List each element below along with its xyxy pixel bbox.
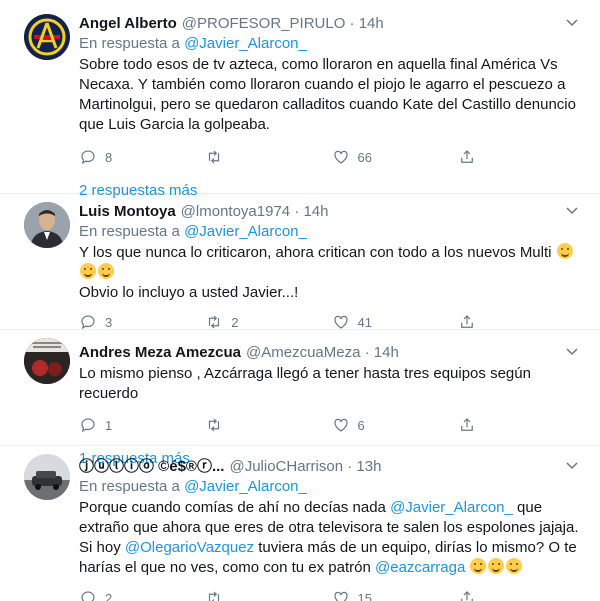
like-count: 66 — [357, 149, 372, 165]
reply-button[interactable]: 3 — [79, 313, 205, 331]
share-button[interactable] — [458, 589, 584, 601]
tweet[interactable]: Andres Meza Amezcua @AmezcuaMeza · 14h L… — [0, 330, 600, 467]
reply-icon — [81, 591, 95, 601]
heart-icon — [333, 315, 348, 329]
author-handle[interactable]: @AmezcuaMeza · 14h — [246, 343, 399, 362]
chevron-down-icon[interactable] — [566, 459, 578, 471]
reply-icon — [81, 150, 95, 165]
reply-button[interactable]: 2 — [79, 589, 205, 601]
reply-icon — [81, 315, 95, 330]
tweet[interactable]: Angel Alberto @PROFESOR_PIRULO · 14h En … — [0, 0, 600, 199]
retweet-button[interactable] — [205, 589, 331, 601]
share-icon — [460, 591, 473, 601]
reply-prefix: En respuesta a — [79, 223, 180, 240]
heart-icon — [333, 150, 348, 164]
reply-count: 8 — [105, 149, 113, 165]
retweet-button[interactable] — [205, 148, 331, 166]
reply-context: En respuesta a @Javier_Alarcon_ — [79, 222, 584, 241]
reply-button[interactable]: 1 — [79, 416, 205, 434]
share-button[interactable] — [458, 416, 584, 434]
reply-count: 3 — [105, 314, 113, 330]
chevron-down-icon[interactable] — [566, 16, 578, 28]
tweet-text-segment: Porque cuando comías de ahí no decías na… — [79, 499, 386, 516]
reply-mention-link[interactable]: @Javier_Alarcon_ — [184, 478, 307, 495]
heart-icon — [333, 418, 348, 432]
reply-count: 1 — [105, 417, 113, 433]
reply-prefix: En respuesta a — [79, 35, 180, 52]
like-button[interactable]: 6 — [332, 416, 458, 434]
retweet-icon — [209, 150, 220, 164]
reply-prefix: En respuesta a — [79, 478, 180, 495]
author-name[interactable]: Luis Montoya — [79, 202, 176, 221]
share-button[interactable] — [458, 313, 584, 331]
like-button[interactable]: 41 — [332, 313, 458, 331]
share-icon — [460, 418, 473, 431]
avatar[interactable] — [24, 338, 70, 384]
author-handle[interactable]: @PROFESOR_PIRULO · 14h — [182, 14, 384, 33]
like-count: 15 — [357, 590, 372, 601]
retweet-icon — [209, 418, 220, 432]
tweet-actions: 1 6 — [79, 415, 584, 435]
tweet[interactable]: Luis Montoya @lmontoya1974 · 14h En resp… — [0, 194, 600, 330]
heart-icon — [333, 591, 348, 601]
tweet[interactable]: ⓙⓤⓛⓘⓞ ©é$®ⓡ... @JulioCHarrison · 13h En … — [0, 446, 600, 601]
author-handle[interactable]: @lmontoya1974 · 14h — [181, 202, 329, 221]
chevron-down-icon[interactable] — [566, 345, 578, 357]
tweet-text: Y los que nunca lo criticaron, ahora cri… — [79, 243, 584, 303]
tweet-actions: 8 66 — [79, 147, 584, 167]
grinning-face-emoji — [556, 243, 573, 259]
like-button[interactable]: 66 — [332, 148, 458, 166]
author-handle[interactable]: @JulioCHarrison · 13h — [229, 457, 381, 476]
retweet-count: 2 — [231, 314, 239, 330]
reply-context: En respuesta a @Javier_Alarcon_ — [79, 34, 584, 53]
profile-photo-icon — [24, 454, 70, 500]
like-button[interactable]: 15 — [332, 589, 458, 601]
grinning-face-emoji — [98, 263, 114, 279]
thinking-face-emoji — [470, 558, 487, 574]
reply-count: 2 — [105, 590, 113, 601]
tweet-text: Porque cuando comías de ahí no decías na… — [79, 498, 584, 578]
reply-icon — [81, 418, 95, 433]
reply-context: En respuesta a @Javier_Alarcon_ — [79, 477, 584, 496]
share-button[interactable] — [458, 148, 584, 166]
hushed-face-emoji — [488, 558, 505, 574]
reply-mention-link[interactable]: @Javier_Alarcon_ — [184, 223, 307, 240]
author-name[interactable]: Angel Alberto — [79, 14, 177, 33]
retweet-icon — [209, 315, 220, 329]
tweet-text: Lo mismo pienso , Azcárraga llegó a tene… — [79, 365, 531, 402]
tweet-actions: 2 15 — [79, 588, 584, 601]
retweet-button[interactable]: 2 — [205, 313, 331, 331]
hushed-face-emoji — [506, 558, 523, 574]
chevron-down-icon[interactable] — [566, 204, 578, 216]
reply-mention-link[interactable]: @Javier_Alarcon_ — [184, 35, 307, 52]
reply-button[interactable]: 8 — [79, 148, 205, 166]
mention-link[interactable]: @Javier_Alarcon_ — [390, 499, 513, 516]
grinning-face-emoji — [80, 263, 96, 279]
tweet-text-line: Y los que nunca lo criticaron, ahora cri… — [79, 244, 552, 261]
author-name[interactable]: Andres Meza Amezcua — [79, 343, 241, 362]
profile-photo-icon — [24, 202, 70, 248]
mention-link[interactable]: @OlegarioVazquez — [125, 539, 254, 556]
tweet-text: Sobre todo esos de tv azteca, como llora… — [79, 56, 576, 133]
tweet-actions: 3 2 41 — [79, 312, 584, 332]
retweet-button[interactable] — [205, 416, 331, 434]
club-america-crest-icon — [24, 14, 70, 60]
like-count: 6 — [357, 417, 365, 433]
share-icon — [460, 315, 473, 328]
share-icon — [460, 150, 473, 163]
avatar[interactable] — [24, 202, 70, 248]
avatar[interactable] — [24, 454, 70, 500]
avatar[interactable] — [24, 14, 70, 60]
mention-link[interactable]: @eazcarraga — [375, 559, 465, 576]
author-name[interactable]: ⓙⓤⓛⓘⓞ ©é$®ⓡ... — [79, 457, 224, 476]
tweet-text-line: Obvio lo incluyo a usted Javier...! — [79, 284, 299, 301]
profile-photo-icon — [24, 338, 70, 384]
retweet-icon — [209, 591, 220, 601]
like-count: 41 — [357, 314, 372, 330]
